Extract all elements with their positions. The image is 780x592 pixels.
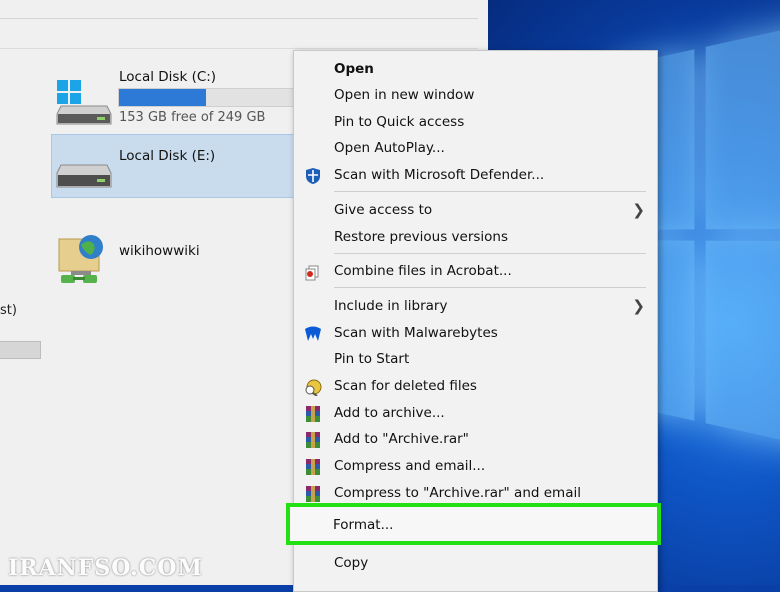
- watermark: IRANFSO.COM: [8, 555, 203, 581]
- partial-drive-label: st): [0, 303, 17, 318]
- menu-item-pin-quick-access[interactable]: Pin to Quick access: [294, 110, 657, 136]
- menu-item-open-new-window[interactable]: Open in new window: [294, 83, 657, 109]
- drive-e-label: Local Disk (E:): [119, 148, 216, 164]
- recovery-tool-icon: [304, 378, 322, 396]
- menu-item-label: Combine files in Acrobat...: [334, 263, 512, 279]
- menu-separator: [334, 287, 646, 288]
- menu-item-give-access[interactable]: Give access to ❯: [294, 198, 657, 224]
- winrar-icon: [304, 405, 322, 423]
- drive-c-usage-bar: [118, 88, 310, 107]
- menu-item-scan-defender[interactable]: Scan with Microsoft Defender...: [294, 163, 657, 189]
- menu-item-label: Restore previous versions: [334, 229, 509, 245]
- menu-item-scan-malwarebytes[interactable]: Scan with Malwarebytes: [294, 321, 657, 347]
- menu-item-scan-deleted[interactable]: Scan for deleted files: [294, 374, 657, 400]
- menu-item-label: Compress to "Archive.rar" and email: [334, 485, 581, 501]
- winrar-icon: [304, 458, 322, 476]
- menu-item-label: Open AutoPlay...: [334, 140, 445, 156]
- menu-item-restore-versions[interactable]: Restore previous versions: [294, 225, 657, 251]
- menu-item-label: Add to archive...: [334, 405, 445, 421]
- chevron-right-icon: ❯: [632, 201, 645, 219]
- menu-item-label: Scan with Malwarebytes: [334, 325, 498, 341]
- menu-item-open[interactable]: Open: [294, 57, 657, 83]
- menu-item-open-autoplay[interactable]: Open AutoPlay...: [294, 136, 657, 162]
- drive-c-icon: [55, 80, 113, 126]
- menu-item-label: Pin to Quick access: [334, 114, 465, 130]
- menu-item-include-library[interactable]: Include in library ❯: [294, 294, 657, 320]
- drive-c-free-space: 153 GB free of 249 GB: [119, 110, 266, 125]
- drive-e-icon: [55, 163, 113, 189]
- divider: [0, 18, 478, 19]
- menu-item-label: Compress and email...: [334, 458, 486, 474]
- menu-item-label: Open in new window: [334, 87, 475, 103]
- network-drive-icon: [57, 233, 107, 289]
- menu-separator: [334, 191, 646, 192]
- drive-c-usage-fill: [119, 89, 207, 106]
- menu-item-copy[interactable]: Copy: [294, 551, 657, 577]
- winrar-icon: [304, 431, 322, 449]
- network-location-label: wikihowwiki: [119, 243, 200, 259]
- menu-item-label: Add to "Archive.rar": [334, 431, 469, 447]
- menu-item-label: Scan with Microsoft Defender...: [334, 167, 545, 183]
- menu-item-label: Format...: [333, 517, 394, 533]
- menu-item-add-archive[interactable]: Add to archive...: [294, 401, 657, 427]
- winrar-icon: [304, 485, 322, 503]
- menu-item-label: Scan for deleted files: [334, 378, 477, 394]
- menu-item-compress-email[interactable]: Compress and email...: [294, 454, 657, 480]
- menu-item-label: Give access to: [334, 202, 433, 218]
- chevron-right-icon: ❯: [632, 297, 645, 315]
- menu-item-format-highlighted[interactable]: Format...: [286, 503, 661, 545]
- divider: [0, 48, 478, 49]
- defender-shield-icon: [304, 167, 322, 185]
- partial-usage-bar: [0, 341, 41, 359]
- menu-item-label: Copy: [334, 555, 369, 571]
- malwarebytes-icon: [304, 325, 322, 343]
- menu-item-label: Pin to Start: [334, 351, 410, 367]
- acrobat-icon: [304, 263, 322, 281]
- menu-item-combine-acrobat[interactable]: Combine files in Acrobat...: [294, 259, 657, 285]
- menu-item-label: Include in library: [334, 298, 448, 314]
- menu-item-add-archive-rar[interactable]: Add to "Archive.rar": [294, 427, 657, 453]
- drive-c-label: Local Disk (C:): [119, 69, 217, 85]
- menu-item-pin-start[interactable]: Pin to Start: [294, 347, 657, 373]
- menu-item-label: Open: [334, 61, 374, 77]
- menu-separator: [334, 253, 646, 254]
